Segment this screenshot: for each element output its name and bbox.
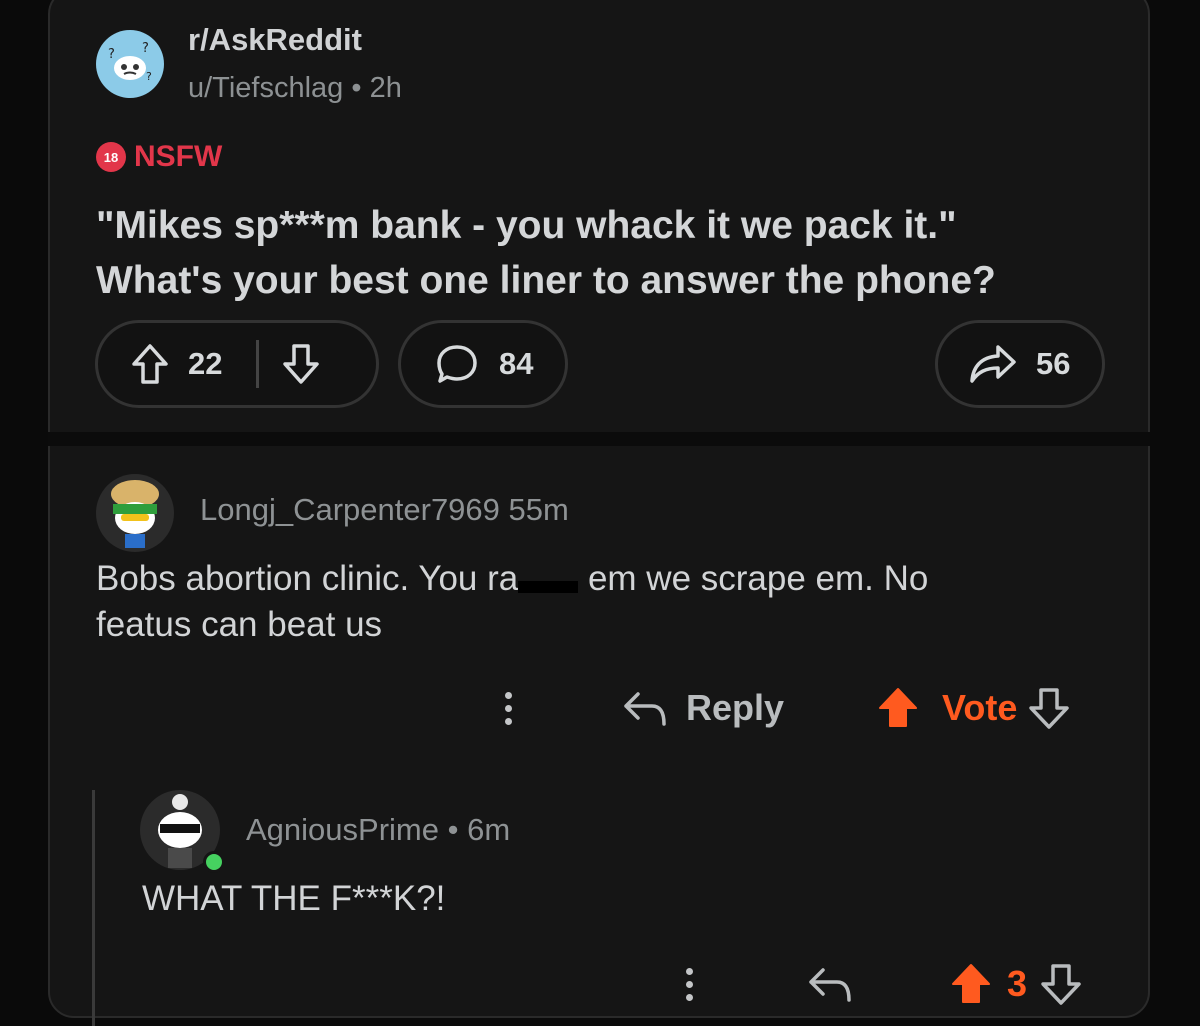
post-age: 2h [369, 72, 402, 104]
nsfw-tag: 18 NSFW [96, 140, 222, 174]
more-options-icon[interactable] [686, 967, 693, 1001]
comment-1-text-b: em we scrape em. No [578, 559, 929, 598]
comment-2-time: 6m [467, 812, 511, 847]
reply-button[interactable]: Reply [622, 687, 784, 729]
snoo-question-icon: ? ? ? [108, 41, 152, 83]
share-button[interactable]: 56 [935, 320, 1105, 408]
post-title-line-2: What's your best one liner to answer the… [96, 259, 996, 302]
comment-2-username[interactable]: AgniousPrime [246, 812, 439, 847]
upvote-filled-icon[interactable] [876, 686, 920, 730]
comment-2-separator: • [447, 812, 459, 847]
upvote-filled-icon[interactable] [949, 962, 993, 1006]
meta-separator: • [351, 72, 362, 104]
svg-text:?: ? [142, 41, 149, 56]
thread-line[interactable] [92, 790, 95, 1026]
nsfw-label: NSFW [134, 140, 223, 173]
commenter-avatar[interactable] [96, 474, 174, 552]
post-title-line-1: "Mikes sp***m bank - you whack it we pac… [96, 204, 957, 247]
comment-1-time: 55m [508, 492, 569, 527]
downvote-icon[interactable] [281, 343, 321, 385]
downvote-icon[interactable] [1027, 686, 1071, 730]
comments-button[interactable]: 84 [398, 320, 568, 408]
vote-divider [256, 340, 260, 388]
vote-label: Vote [942, 687, 1018, 728]
comment-2-body: WHAT THE F***K?! [142, 879, 446, 918]
upvote-icon[interactable] [130, 343, 170, 385]
online-status-dot [203, 851, 225, 873]
comment-1-username[interactable]: Longj_Carpenter7969 [200, 492, 500, 527]
share-count: 56 [1036, 346, 1071, 381]
comment-1-vote: Vote [876, 686, 1071, 730]
more-options-icon[interactable] [505, 691, 512, 725]
svg-text:?: ? [108, 47, 115, 62]
nsfw-18-icon: 18 [96, 142, 126, 172]
upvote-count: 22 [188, 346, 223, 381]
post-meta: u/Tiefschlag • 2h [188, 72, 402, 105]
comment-1-header: Longj_Carpenter7969 55m [200, 492, 569, 528]
avatar-snoo-icon [111, 480, 159, 548]
comment-2-score: 3 [1007, 963, 1028, 1004]
comment-count: 84 [499, 346, 534, 381]
censor-bar [518, 580, 579, 593]
svg-text:?: ? [146, 70, 152, 83]
share-arrow-icon [968, 343, 1018, 385]
post-title[interactable]: "Mikes sp***m bank - you whack it we pac… [96, 198, 1126, 308]
reply-label: Reply [686, 687, 785, 728]
downvote-icon[interactable] [1039, 962, 1083, 1006]
comment-bubble-icon [435, 343, 479, 385]
reply-arrow-icon[interactable] [807, 964, 853, 1004]
post-author[interactable]: u/Tiefschlag [188, 72, 343, 104]
post-comments-divider [48, 432, 1150, 446]
comment-1-line-1: Bobs abortion clinic. You ra em we scrap… [96, 556, 1116, 602]
comment-2-actions: 3 [686, 962, 1083, 1006]
subreddit-avatar[interactable]: ? ? ? [96, 30, 164, 98]
vote-pill: 22 [95, 320, 379, 408]
comment-1-body: Bobs abortion clinic. You ra em we scrap… [96, 556, 1116, 648]
comment-2-header: AgniousPrime • 6m [246, 812, 510, 848]
comment-1-text-a: Bobs abortion clinic. You ra [96, 559, 519, 598]
comment-1-line-2: featus can beat us [96, 605, 383, 644]
subreddit-name[interactable]: r/AskReddit [188, 22, 362, 58]
reply-arrow-icon [624, 692, 666, 726]
comment-1-actions: Reply Vote [505, 686, 1071, 730]
